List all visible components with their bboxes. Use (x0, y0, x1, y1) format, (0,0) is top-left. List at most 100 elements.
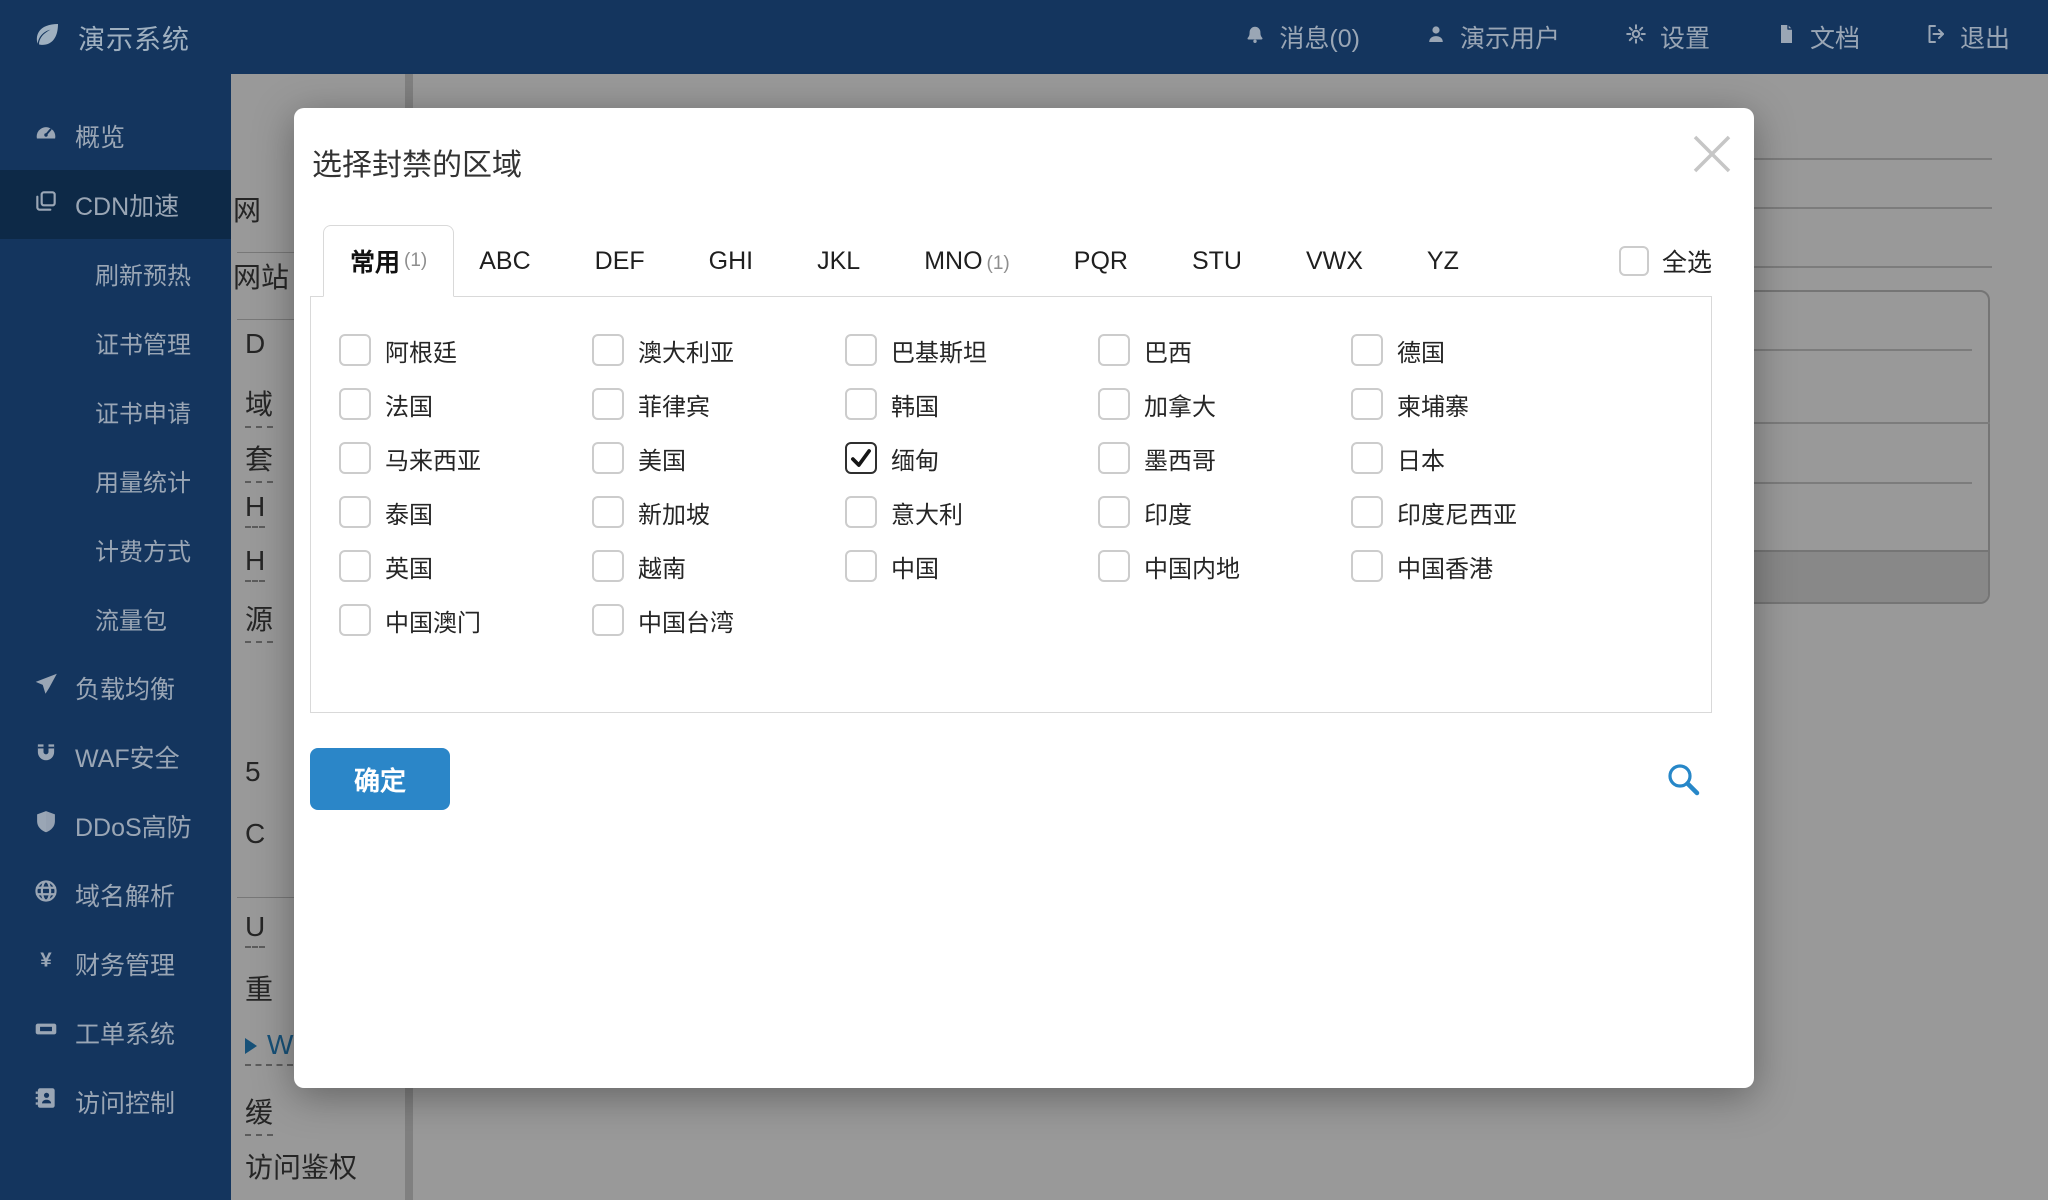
checkbox-icon[interactable] (592, 496, 624, 528)
checkbox-icon[interactable] (339, 604, 371, 636)
sidebar-item-8[interactable]: 负载均衡 (0, 653, 231, 722)
checkbox-icon[interactable] (1351, 334, 1383, 366)
checkbox-icon[interactable] (1098, 550, 1130, 582)
region-checkbox-巴西[interactable]: 巴西 (1098, 333, 1351, 368)
region-checkbox-法国[interactable]: 法国 (339, 387, 592, 422)
region-checkbox-中国内地[interactable]: 中国内地 (1098, 549, 1351, 584)
region-checkbox-越南[interactable]: 越南 (592, 549, 845, 584)
checkbox-icon[interactable] (339, 550, 371, 582)
select-all-label: 全选 (1662, 243, 1712, 279)
checkbox-icon[interactable] (1351, 496, 1383, 528)
region-checkbox-新加坡[interactable]: 新加坡 (592, 495, 845, 530)
region-checkbox-中国[interactable]: 中国 (845, 549, 1098, 584)
checkbox-icon[interactable] (339, 496, 371, 528)
bell-icon (1243, 22, 1267, 53)
nav-item-0[interactable]: 消息(0) (1243, 19, 1360, 55)
select-all-checkbox[interactable]: 全选 (1619, 243, 1712, 279)
top-navbar: 演示系统 消息(0) 演示用户 设置 文档 退出 (0, 0, 2048, 74)
region-checkbox-阿根廷[interactable]: 阿根廷 (339, 333, 592, 368)
tab-PQR[interactable]: PQR (1074, 247, 1128, 276)
sidebar-item-14[interactable]: 访问控制 (0, 1067, 231, 1136)
checkbox-icon[interactable] (845, 550, 877, 582)
tab-MNO[interactable]: MNO(1) (924, 247, 1010, 276)
sidebar-item-7[interactable]: 流量包 (0, 584, 231, 653)
region-checkbox-柬埔寨[interactable]: 柬埔寨 (1351, 387, 1604, 422)
region-checkbox-德国[interactable]: 德国 (1351, 333, 1604, 368)
checkbox-icon[interactable] (845, 388, 877, 420)
region-checkbox-墨西哥[interactable]: 墨西哥 (1098, 441, 1351, 476)
checkbox-icon[interactable] (1619, 246, 1649, 276)
sidebar-item-5[interactable]: 用量统计 (0, 446, 231, 515)
id-card-icon (33, 1085, 59, 1118)
checked-checkbox-icon[interactable] (845, 442, 877, 474)
close-icon[interactable] (1688, 130, 1736, 178)
region-label: 中国台湾 (638, 603, 734, 638)
tab-GHI[interactable]: GHI (709, 247, 753, 276)
app-logo[interactable]: 演示系统 (0, 18, 190, 57)
checkbox-icon[interactable] (592, 604, 624, 636)
checkbox-icon[interactable] (592, 388, 624, 420)
checkbox-icon[interactable] (1351, 550, 1383, 582)
nav-item-2[interactable]: 设置 (1624, 19, 1710, 55)
checkbox-icon[interactable] (1098, 388, 1130, 420)
nav-item-3[interactable]: 文档 (1774, 19, 1860, 55)
region-checkbox-马来西亚[interactable]: 马来西亚 (339, 441, 592, 476)
region-checkbox-缅甸[interactable]: 缅甸 (845, 441, 1098, 476)
region-checkbox-中国澳门[interactable]: 中国澳门 (339, 603, 592, 638)
sidebar-item-9[interactable]: WAF安全 (0, 722, 231, 791)
region-checkbox-日本[interactable]: 日本 (1351, 441, 1604, 476)
tab-ABC[interactable]: ABC (479, 247, 530, 276)
yen-icon: ¥ (33, 947, 59, 980)
checkbox-icon[interactable] (592, 334, 624, 366)
region-checkbox-意大利[interactable]: 意大利 (845, 495, 1098, 530)
region-checkbox-美国[interactable]: 美国 (592, 441, 845, 476)
tab-YZ[interactable]: YZ (1427, 247, 1459, 276)
region-checkbox-澳大利亚[interactable]: 澳大利亚 (592, 333, 845, 368)
sidebar-item-2[interactable]: 刷新预热 (0, 239, 231, 308)
region-checkbox-印度尼西亚[interactable]: 印度尼西亚 (1351, 495, 1604, 530)
region-checkbox-泰国[interactable]: 泰国 (339, 495, 592, 530)
checkbox-icon[interactable] (339, 442, 371, 474)
region-checkbox-中国台湾[interactable]: 中国台湾 (592, 603, 845, 638)
nav-item-1[interactable]: 演示用户 (1424, 19, 1560, 55)
tab-STU[interactable]: STU (1192, 247, 1242, 276)
nav-item-label: 演示用户 (1460, 19, 1560, 55)
sidebar-item-6[interactable]: 计费方式 (0, 515, 231, 584)
sidebar-item-3[interactable]: 证书管理 (0, 308, 231, 377)
region-checkbox-印度[interactable]: 印度 (1098, 495, 1351, 530)
tab-JKL[interactable]: JKL (817, 247, 860, 276)
checkbox-icon[interactable] (1098, 496, 1130, 528)
checkbox-icon[interactable] (845, 334, 877, 366)
checkbox-icon[interactable] (1098, 334, 1130, 366)
sidebar-item-11[interactable]: 域名解析 (0, 860, 231, 929)
nav-item-label: 消息(0) (1279, 19, 1360, 55)
region-checkbox-英国[interactable]: 英国 (339, 549, 592, 584)
region-list-panel: 阿根廷澳大利亚巴基斯坦巴西德国法国菲律宾韩国加拿大柬埔寨马来西亚美国缅甸墨西哥日… (310, 296, 1712, 713)
sidebar-item-12[interactable]: ¥财务管理 (0, 929, 231, 998)
confirm-button[interactable]: 确定 (310, 748, 450, 810)
region-checkbox-韩国[interactable]: 韩国 (845, 387, 1098, 422)
region-checkbox-加拿大[interactable]: 加拿大 (1098, 387, 1351, 422)
nav-item-4[interactable]: 退出 (1924, 19, 2010, 55)
checkbox-icon[interactable] (592, 442, 624, 474)
checkbox-icon[interactable] (1351, 388, 1383, 420)
checkbox-icon[interactable] (1098, 442, 1130, 474)
navbar-menu: 消息(0) 演示用户 设置 文档 退出 (1243, 19, 2048, 55)
region-checkbox-菲律宾[interactable]: 菲律宾 (592, 387, 845, 422)
sidebar-item-0[interactable]: 概览 (0, 101, 231, 170)
region-checkbox-中国香港[interactable]: 中国香港 (1351, 549, 1604, 584)
checkbox-icon[interactable] (592, 550, 624, 582)
checkbox-icon[interactable] (339, 334, 371, 366)
sidebar-item-13[interactable]: 工单系统 (0, 998, 231, 1067)
sidebar-item-4[interactable]: 证书申请 (0, 377, 231, 446)
checkbox-icon[interactable] (845, 496, 877, 528)
region-checkbox-巴基斯坦[interactable]: 巴基斯坦 (845, 333, 1098, 368)
checkbox-icon[interactable] (339, 388, 371, 420)
tab-VWX[interactable]: VWX (1306, 247, 1363, 276)
search-icon[interactable] (1664, 760, 1702, 803)
tab-常用[interactable]: 常用(1) (323, 225, 454, 297)
sidebar-item-10[interactable]: DDoS高防 (0, 791, 231, 860)
tab-DEF[interactable]: DEF (595, 247, 645, 276)
sidebar-item-1[interactable]: CDN加速 (0, 170, 231, 239)
checkbox-icon[interactable] (1351, 442, 1383, 474)
